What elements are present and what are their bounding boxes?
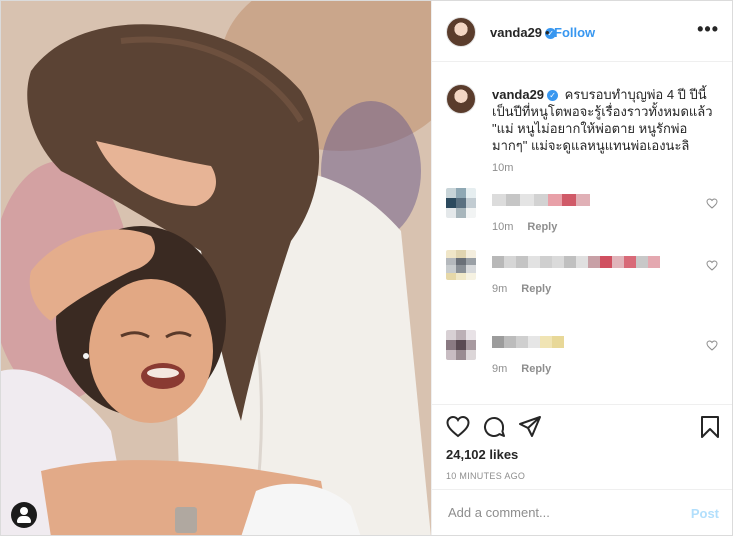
comment-bubble-icon[interactable] — [482, 415, 506, 439]
post-comment-button[interactable]: Post — [691, 506, 719, 521]
post-header: vanda29 ✓ • Follow ••• — [432, 1, 732, 62]
like-comment-heart-icon[interactable] — [706, 260, 718, 271]
post-photo[interactable] — [1, 1, 431, 535]
comment-meta: 9m Reply — [492, 363, 565, 375]
reply-button[interactable]: Reply — [521, 283, 551, 295]
post-sidebar: vanda29 ✓ • Follow ••• vanda29 ✓ ครบรอบทำบ… — [431, 1, 732, 535]
commenter-avatar-pixelated[interactable] — [446, 330, 476, 360]
save-bookmark-icon[interactable] — [698, 415, 722, 439]
comment-time: 10m — [492, 221, 514, 233]
comment-time: 9m — [492, 363, 508, 375]
comment-text-pixelated — [492, 256, 660, 268]
author-username-text[interactable]: vanda29 — [490, 25, 542, 40]
comment-meta: 10m Reply — [492, 221, 571, 233]
comment-time: 9m — [492, 283, 508, 295]
author-avatar[interactable] — [446, 17, 476, 47]
add-comment-input[interactable] — [446, 504, 670, 521]
comment-text-pixelated — [492, 336, 564, 348]
comment-row: 10m Reply — [446, 188, 726, 248]
caption-avatar[interactable] — [446, 84, 476, 114]
follow-button[interactable]: Follow — [554, 25, 595, 40]
caption-username-text[interactable]: vanda29 — [492, 87, 544, 102]
commenter-avatar-pixelated[interactable] — [446, 250, 476, 280]
post-actions: 24,102 likes 10 MINUTES AGO — [432, 404, 732, 481]
caption-username[interactable]: vanda29 ✓ — [492, 87, 559, 102]
tagged-user-icon[interactable] — [11, 502, 37, 528]
caption-time: 10m — [492, 162, 514, 174]
instagram-post: vanda29 ✓ • Follow ••• vanda29 ✓ ครบรอบทำบ… — [0, 0, 733, 536]
commenter-avatar-pixelated[interactable] — [446, 188, 476, 218]
reply-button[interactable]: Reply — [527, 221, 557, 233]
comment-row: 9m Reply — [446, 330, 726, 390]
post-time-ago[interactable]: 10 MINUTES AGO — [446, 471, 525, 481]
like-comment-heart-icon[interactable] — [706, 340, 718, 351]
photo-illustration — [1, 1, 431, 535]
comment-meta: 9m Reply — [492, 283, 565, 295]
more-options-icon[interactable]: ••• — [697, 19, 719, 40]
comments-section[interactable]: vanda29 ✓ ครบรอบทำบุญพ่อ 4 ปี ปีนี้เป็นปี… — [432, 62, 732, 404]
separator-dot: • — [545, 25, 550, 40]
verified-badge-icon: ✓ — [547, 90, 559, 101]
likes-count[interactable]: 24,102 likes — [446, 447, 518, 462]
comment-text-pixelated — [492, 194, 590, 206]
share-paper-plane-icon[interactable] — [518, 415, 542, 439]
caption-text: vanda29 ✓ ครบรอบทำบุญพ่อ 4 ปี ปีนี้เป็นปี… — [492, 86, 714, 154]
add-comment-bar: Post — [432, 489, 732, 535]
like-comment-heart-icon[interactable] — [706, 198, 718, 209]
reply-button[interactable]: Reply — [521, 363, 551, 375]
like-heart-icon[interactable] — [446, 415, 470, 439]
comment-row: 9m Reply — [446, 250, 726, 310]
